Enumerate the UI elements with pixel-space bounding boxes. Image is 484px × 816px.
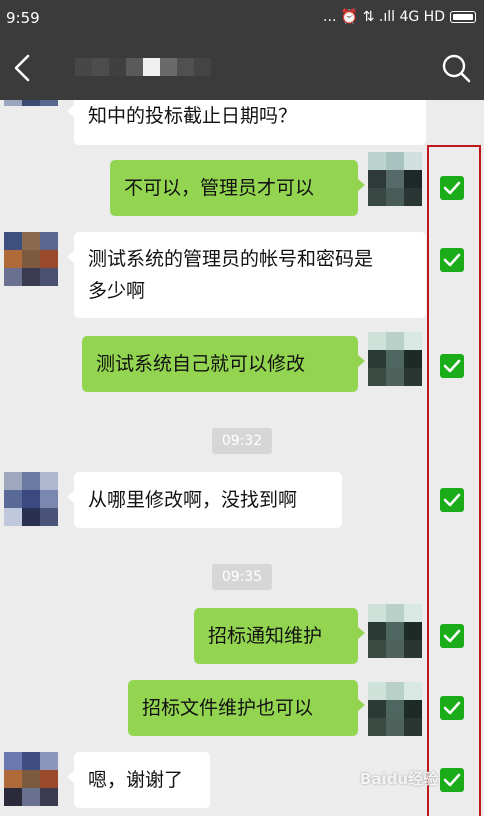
contact-avatar[interactable] xyxy=(4,232,58,286)
my-avatar[interactable] xyxy=(368,332,422,386)
status-indicators: ... ⏰ ⇅ .ıll 4G HD xyxy=(323,9,476,25)
message-text: 招标文件维护也可以 xyxy=(142,697,314,719)
message-bubble-outgoing[interactable]: 招标文件维护也可以 xyxy=(128,680,365,736)
message-text-line: 测试系统的管理员的帐号和密码是 xyxy=(88,248,374,270)
back-arrow-icon[interactable] xyxy=(8,52,38,84)
message-text: 测试系统自己就可以修改 xyxy=(96,353,306,375)
timestamp-divider: 09:35 xyxy=(212,564,272,590)
watermark: Baidu经验 xyxy=(360,770,439,788)
message-text: 嗯，谢谢了 xyxy=(88,769,184,791)
chat-title-blurred xyxy=(58,58,211,76)
message-bubble-incoming[interactable]: 测试系统的管理员的帐号和密码是 多少啊 xyxy=(67,232,426,318)
contact-avatar[interactable] xyxy=(4,752,58,806)
message-bubble-incoming[interactable]: 知中的投标截止日期吗？ xyxy=(67,100,426,145)
annotation-highlight-box xyxy=(427,145,481,816)
message-bubble-incoming[interactable]: 嗯，谢谢了 xyxy=(67,752,210,808)
status-bar: 9:59 ... ⏰ ⇅ .ıll 4G HD xyxy=(0,0,484,36)
message-bubble-incoming[interactable]: 从哪里修改啊，没找到啊 xyxy=(67,472,342,528)
my-avatar[interactable] xyxy=(368,152,422,206)
timestamp-divider: 09:32 xyxy=(212,428,272,454)
chat-header xyxy=(0,36,484,100)
chat-message-list[interactable]: 知中的投标截止日期吗？ 不可以，管理员才可以 测试系统的管理员的帐号和密码是 多… xyxy=(0,100,484,816)
contact-avatar[interactable] xyxy=(4,100,58,106)
message-text: 不可以，管理员才可以 xyxy=(124,177,315,199)
message-bubble-outgoing[interactable]: 测试系统自己就可以修改 xyxy=(82,336,365,392)
message-text-line: 多少啊 xyxy=(88,280,146,302)
search-icon[interactable] xyxy=(440,52,472,84)
message-text: 从哪里修改啊，没找到啊 xyxy=(88,489,298,511)
message-bubble-outgoing[interactable]: 不可以，管理员才可以 xyxy=(110,160,365,216)
battery-icon xyxy=(450,11,476,23)
message-bubble-outgoing[interactable]: 招标通知维护 xyxy=(194,608,365,664)
status-indicators-text: ... ⏰ ⇅ .ıll 4G HD xyxy=(323,9,445,25)
my-avatar[interactable] xyxy=(368,682,422,736)
my-avatar[interactable] xyxy=(368,604,422,658)
message-text: 招标通知维护 xyxy=(208,625,323,647)
message-text: 知中的投标截止日期吗？ xyxy=(88,105,298,127)
contact-avatar[interactable] xyxy=(4,472,58,526)
status-time: 9:59 xyxy=(6,9,40,27)
